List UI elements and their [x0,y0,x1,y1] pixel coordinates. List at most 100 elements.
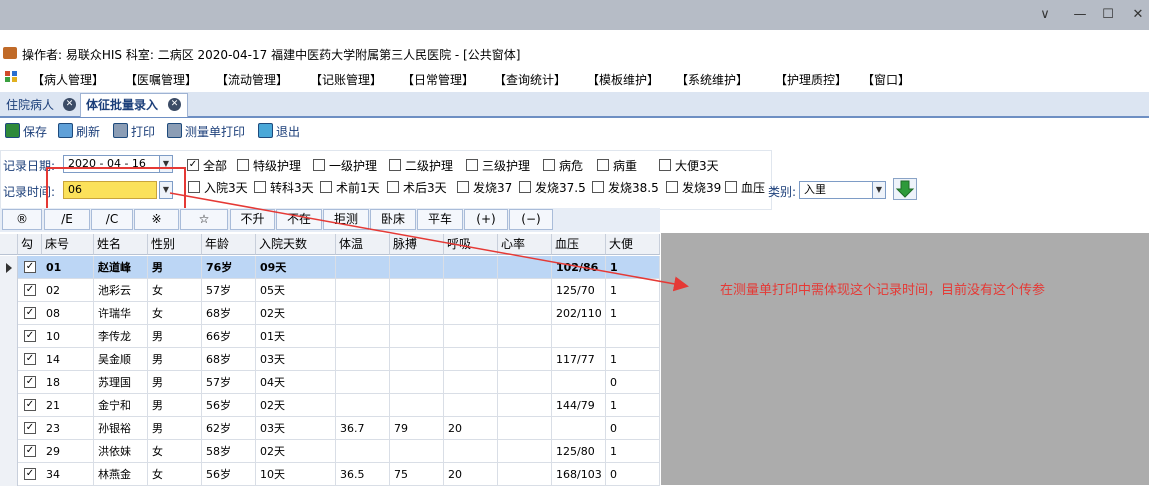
row-header[interactable] [0,348,18,371]
row-header[interactable] [0,417,18,440]
column-header[interactable]: 年龄 [202,234,256,255]
table-cell-temp[interactable] [336,394,390,417]
menu-item[interactable]: 【医嘱管理】 [125,71,197,88]
table-cell-pulse[interactable] [390,394,444,417]
table-cell-age[interactable]: 57岁 [202,279,256,302]
table-cell-age[interactable]: 76岁 [202,256,256,279]
table-cell-days[interactable]: 02天 [256,302,336,325]
tab-close-icon[interactable]: ✕ [168,98,181,111]
table-cell-pulse[interactable]: 79 [390,417,444,440]
print-button[interactable]: 打印 [131,123,155,140]
table-cell-temp[interactable]: 36.7 [336,417,390,440]
row-checkbox[interactable]: ✓ [24,468,36,480]
save-button[interactable]: 保存 [23,123,47,140]
table-cell-sex[interactable]: 男 [148,371,202,394]
table-cell-name[interactable]: 洪依妹 [94,440,148,463]
table-cell-hr[interactable] [498,463,552,486]
menu-item[interactable]: 【系统维护】 [676,71,748,88]
table-cell-age[interactable]: 68岁 [202,302,256,325]
printer-icon[interactable] [167,123,182,138]
table-cell-bp[interactable]: 144/79 [552,394,606,417]
exit-icon[interactable] [258,123,273,138]
table-cell-resp[interactable] [444,325,498,348]
row-header[interactable] [0,440,18,463]
table-cell-bp[interactable] [552,371,606,394]
table-cell-days[interactable]: 02天 [256,440,336,463]
close-icon[interactable]: ✕ [1128,6,1148,24]
table-cell-pulse[interactable] [390,440,444,463]
row-checkbox[interactable]: ✓ [24,307,36,319]
table-cell-days[interactable]: 03天 [256,417,336,440]
menu-item[interactable]: 【病人管理】 [32,71,104,88]
symbol-button[interactable]: 拒测 [323,209,369,230]
tab-vital-signs-batch-entry[interactable]: 体征批量录入 [86,95,158,115]
table-cell-name[interactable]: 苏理国 [94,371,148,394]
column-header[interactable]: 性别 [148,234,202,255]
row-checkbox[interactable]: ✓ [24,376,36,388]
table-cell-name[interactable]: 孙银裕 [94,417,148,440]
row-checkbox[interactable]: ✓ [24,330,36,342]
table-cell-age[interactable]: 62岁 [202,417,256,440]
table-cell-sex[interactable]: 女 [148,279,202,302]
table-cell-days[interactable]: 04天 [256,371,336,394]
table-cell-pulse[interactable] [390,325,444,348]
table-cell-temp[interactable] [336,302,390,325]
table-cell-hr[interactable] [498,302,552,325]
table-cell-temp[interactable] [336,325,390,348]
table-cell-sex[interactable]: 女 [148,440,202,463]
table-cell-days[interactable]: 03天 [256,348,336,371]
column-header[interactable]: 脉搏 [390,234,444,255]
row-checkbox[interactable]: ✓ [24,422,36,434]
checkbox[interactable] [457,181,469,193]
printer-icon[interactable] [113,123,128,138]
table-cell-hr[interactable] [498,394,552,417]
table-cell-age[interactable]: 56岁 [202,394,256,417]
table-cell-stool[interactable]: 1 [606,394,660,417]
symbol-button[interactable]: 平车 [417,209,463,230]
menu-item[interactable]: 【模板维护】 [587,71,659,88]
table-cell-stool[interactable]: 1 [606,256,660,279]
row-header[interactable] [0,302,18,325]
symbol-button[interactable]: (−) [509,209,553,230]
table-cell-bp[interactable] [552,417,606,440]
table-cell-days[interactable]: 02天 [256,394,336,417]
table-cell-hr[interactable] [498,256,552,279]
menu-item[interactable]: 【查询统计】 [494,71,566,88]
table-cell-pulse[interactable] [390,348,444,371]
tab-inpatients[interactable]: 住院病人 [6,95,54,115]
symbol-button[interactable]: 不在 [276,209,322,230]
table-cell-bed[interactable]: 01 [42,256,94,279]
table-cell-sex[interactable]: 女 [148,302,202,325]
table-cell-days[interactable]: 10天 [256,463,336,486]
table-cell-bp[interactable]: 125/80 [552,440,606,463]
checkbox[interactable] [237,159,249,171]
table-cell-resp[interactable] [444,394,498,417]
table-cell-bed[interactable]: 02 [42,279,94,302]
table-cell-resp[interactable]: 20 [444,463,498,486]
menu-item[interactable]: 【记账管理】 [310,71,382,88]
row-header[interactable] [0,325,18,348]
column-header[interactable]: 勾 [18,234,42,255]
checkbox[interactable] [254,181,266,193]
query-button[interactable] [893,178,917,200]
table-cell-pulse[interactable] [390,256,444,279]
symbol-button[interactable]: ※ [134,209,179,230]
row-header[interactable] [0,371,18,394]
maximize-icon[interactable]: ☐ [1098,6,1118,24]
checkbox[interactable] [543,159,555,171]
column-header[interactable]: 大便 [606,234,660,255]
row-header[interactable] [0,279,18,302]
table-cell-bed[interactable]: 18 [42,371,94,394]
table-cell-pulse[interactable] [390,371,444,394]
table-cell-temp[interactable]: 36.5 [336,463,390,486]
table-cell-stool[interactable]: 0 [606,371,660,394]
table-cell-resp[interactable] [444,256,498,279]
table-cell-temp[interactable] [336,371,390,394]
table-cell-stool[interactable] [606,325,660,348]
checkbox[interactable] [519,181,531,193]
column-header[interactable]: 心率 [498,234,552,255]
symbol-button[interactable]: 不升 [230,209,275,230]
row-checkbox[interactable]: ✓ [24,353,36,365]
checkbox[interactable] [320,181,332,193]
table-cell-days[interactable]: 05天 [256,279,336,302]
